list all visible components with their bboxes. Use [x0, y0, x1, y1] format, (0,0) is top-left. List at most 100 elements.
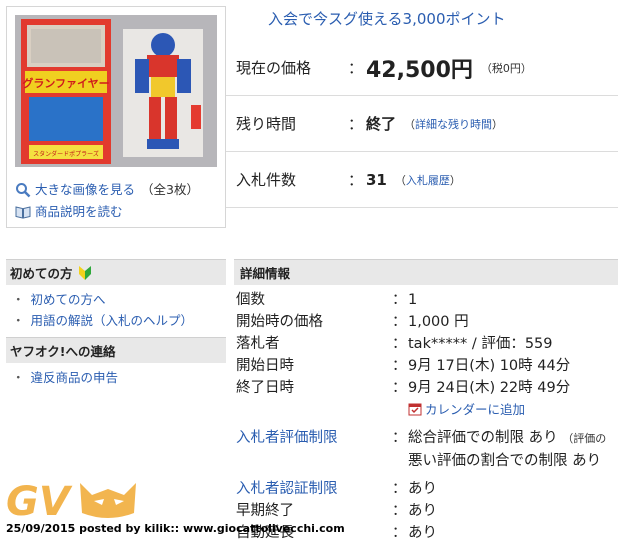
detail-colon: ：	[392, 430, 407, 446]
list-item: ・初めての方へ	[12, 289, 226, 310]
beginner-mark-icon	[78, 265, 91, 280]
bad-rating-restriction-value: 悪い評価の割合での制限 あり	[408, 453, 602, 469]
rating-restriction-value: 総合評価での制限 あり	[408, 430, 558, 446]
report-violation-link[interactable]: 違反商品の申告	[31, 370, 119, 385]
magnifier-icon	[16, 183, 31, 198]
credit-caption: 25/09/2015 posted by kilik:: www.giocatt…	[6, 522, 345, 535]
current-price-row: 現在の価格 ： 42,500円 （税0円）	[226, 40, 618, 96]
detail-colon: ：	[392, 481, 407, 497]
detail-info-header: 詳細情報	[234, 259, 618, 285]
calendar-icon	[408, 403, 422, 416]
contact-section-header: ヤフオク!への連絡	[6, 337, 226, 363]
detail-value: tak***** / 評価：559	[408, 336, 553, 352]
detail-label: 落札者	[236, 336, 280, 352]
detail-value: 1	[408, 292, 418, 308]
bid-count-value: 31	[366, 170, 387, 189]
detail-row-early-end: 早期終了 ： あり	[234, 500, 618, 522]
bid-count-label: 入札件数	[236, 171, 297, 189]
detail-row-start-time: 開始日時 ： 9月 17日(木) 10時 44分	[234, 355, 618, 377]
detailed-time-link[interactable]: 詳細な残り時間	[415, 118, 492, 131]
detail-label: 終了日時	[236, 380, 294, 396]
detail-colon: ：	[392, 380, 407, 396]
product-photo: グランファイヤー スタンダードポプラーズ	[15, 15, 217, 167]
book-icon	[15, 206, 31, 219]
detail-value: あり	[408, 503, 437, 519]
detail-label: 開始時の価格	[236, 314, 323, 330]
detail-value: 9月 17日(木) 10時 44分	[408, 358, 571, 374]
detail-info-title: 詳細情報	[240, 266, 291, 281]
beginner-section-title: 初めての方	[10, 266, 73, 281]
calendar-row: カレンダーに追加	[234, 399, 618, 421]
large-image-link[interactable]: 大きな画像を見る	[35, 179, 135, 201]
calendar-link-wrap: カレンダーに追加	[408, 399, 618, 421]
detail-colon: ：	[392, 503, 407, 519]
note-paren-close: ）	[492, 117, 504, 131]
detail-colon: ：	[392, 358, 407, 374]
product-image[interactable]: グランファイヤー スタンダードポプラーズ	[15, 15, 217, 167]
help-sidebar: 初めての方 ・初めての方へ ・用語の解説（入札のヘルプ） ヤフオク!への連絡 ・…	[6, 259, 226, 394]
list-item: ・違反商品の申告	[12, 367, 226, 388]
rating-restriction-link[interactable]: 入札者評価制限	[234, 427, 392, 450]
remaining-time-note: （詳細な残り時間）	[404, 116, 503, 132]
remaining-time-row: 残り時間 ： 終了 （詳細な残り時間）	[226, 96, 618, 152]
glossary-link[interactable]: 用語の解説（入札のヘルプ）	[31, 313, 194, 328]
current-price-colon: ：	[348, 59, 364, 77]
detail-value: あり	[408, 525, 437, 539]
bid-count-row: 入札件数 ： 31 （入札履歴）	[226, 152, 618, 208]
detail-row-quantity: 個数 ： 1	[234, 289, 618, 311]
current-price-label: 現在の価格	[236, 59, 312, 77]
bid-count-note: （入札履歴）	[395, 172, 461, 188]
detail-row-auth-restriction: 入札者認証制限 ： あり	[234, 478, 618, 500]
auth-restriction-link[interactable]: 入札者認証制限	[234, 478, 392, 500]
rating-restriction-note: （評価の	[562, 432, 607, 445]
box-brand-text: スタンダードポプラーズ	[33, 150, 99, 158]
detail-colon: ：	[392, 525, 407, 539]
detail-label: 開始日時	[236, 358, 294, 374]
add-calendar-link[interactable]: カレンダーに追加	[425, 402, 525, 417]
detail-row-rating-restriction: 入札者評価制限 ： 総合評価での制限 あり （評価の	[234, 427, 618, 450]
note-paren-open: （	[404, 117, 416, 131]
large-image-row: 大きな画像を見る （全3枚）	[15, 179, 199, 201]
detail-value: 1,000 円	[408, 314, 469, 330]
image-count: （全3枚）	[141, 182, 199, 197]
price-summary: 現在の価格 ： 42,500円 （税0円） 残り時間 ： 終了 （詳細な残り時間…	[226, 40, 618, 208]
detail-row-rating-restriction-2: 悪い評価の割合での制限 あり	[234, 450, 618, 472]
detail-value: あり	[408, 481, 437, 497]
description-link[interactable]: 商品説明を読む	[35, 201, 123, 223]
current-price-tax: （税0円）	[480, 61, 532, 75]
detail-row-start-price: 開始時の価格 ： 1,000 円	[234, 311, 618, 333]
watermark-letters: GV	[6, 479, 73, 521]
bullet: ・	[12, 313, 25, 328]
detail-label: 個数	[236, 292, 265, 308]
contact-section-title: ヤフオク!への連絡	[10, 344, 116, 359]
bullet: ・	[12, 292, 25, 307]
bid-count-colon: ：	[348, 171, 364, 189]
beginner-section-header: 初めての方	[6, 259, 226, 285]
detail-colon: ：	[392, 314, 407, 330]
detail-row-winner: 落札者 ： tak***** / 評価：559	[234, 333, 618, 355]
remaining-time-value: 終了	[366, 115, 397, 133]
note-paren-open: （	[394, 173, 406, 187]
beginner-guide-link[interactable]: 初めての方へ	[31, 292, 106, 307]
detail-row-end-time: 終了日時 ： 9月 24日(木) 22時 49分	[234, 377, 618, 399]
thumbnail-links: 大きな画像を見る （全3枚） 商品説明を読む	[15, 179, 199, 223]
detail-info-panel: 詳細情報 個数 ： 1 開始時の価格 ： 1,000 円 落札者 ： tak**…	[234, 259, 618, 539]
bid-history-link[interactable]: 入札履歴	[406, 174, 450, 187]
contact-links: ・違反商品の申告	[6, 363, 226, 394]
bullet: ・	[12, 370, 25, 385]
list-item: ・用語の解説（入札のヘルプ）	[12, 310, 226, 331]
detail-value: 9月 24日(木) 22時 49分	[408, 380, 571, 396]
detail-value: 総合評価での制限 あり （評価の	[408, 427, 618, 450]
remaining-time-label: 残り時間	[236, 115, 297, 133]
detail-colon: ：	[392, 336, 407, 352]
current-price-value: 42,500円	[366, 57, 473, 83]
beginner-links: ・初めての方へ ・用語の解説（入札のヘルプ）	[6, 285, 226, 337]
detail-label: 早期終了	[236, 503, 294, 519]
description-row: 商品説明を読む	[15, 201, 199, 223]
box-title-text: グランファイヤー	[22, 76, 109, 90]
thumbnail-panel: グランファイヤー スタンダードポプラーズ 大きな画像を見る （全3枚） 商品説明…	[6, 6, 226, 228]
points-promo-link[interactable]: 入会で今スグ使える3,000ポイント	[268, 8, 506, 29]
